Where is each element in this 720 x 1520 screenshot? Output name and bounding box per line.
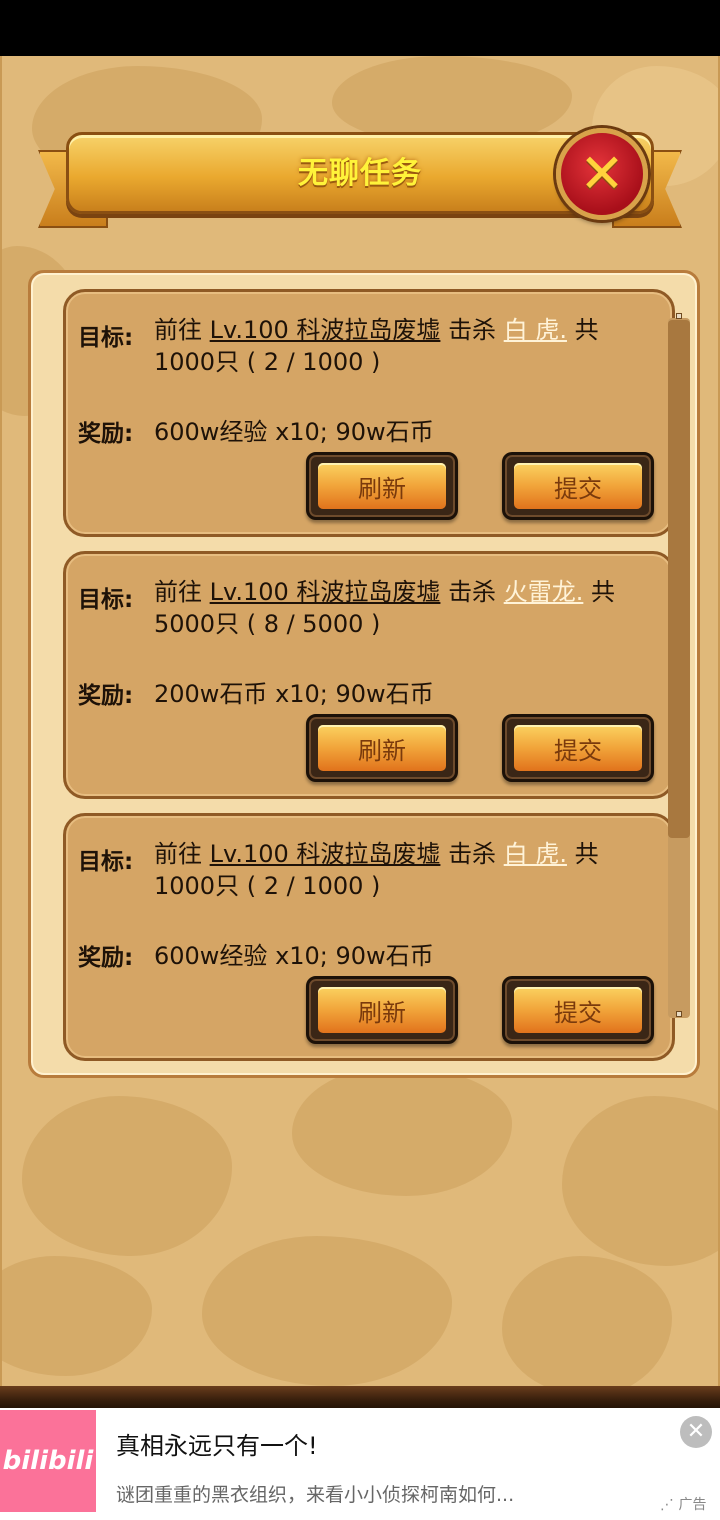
task-goal-text: 前往 Lv.100 科波拉岛废墟 击杀 火雷龙. 共5000只 ( 8 / 50… <box>154 576 658 640</box>
goal-prefix: 前往 <box>154 578 202 606</box>
task-list[interactable]: 目标: 前往 Lv.100 科波拉岛废墟 击杀 白 虎. 共1000只 ( 2 … <box>41 283 689 1063</box>
submit-button[interactable]: 提交 <box>502 714 654 782</box>
task-list-panel: 目标: 前往 Lv.100 科波拉岛废墟 击杀 白 虎. 共1000只 ( 2 … <box>28 270 700 1078</box>
goal-verb: 击杀 <box>448 316 497 344</box>
status-bar <box>0 0 720 56</box>
reward-label: 奖励: <box>78 421 134 447</box>
submit-button-label: 提交 <box>514 987 642 1033</box>
submit-button[interactable]: 提交 <box>502 452 654 520</box>
reward-label: 奖励: <box>78 945 134 971</box>
goal-verb: 击杀 <box>448 840 497 868</box>
ad-title: 真相永远只有一个! <box>116 1432 318 1460</box>
close-icon: ✕ <box>686 1419 706 1444</box>
scroll-down-icon[interactable] <box>676 1011 682 1017</box>
goal-prefix: 前往 <box>154 840 202 868</box>
goal-location-link[interactable]: Lv.100 科波拉岛废墟 <box>210 316 441 344</box>
refresh-button-label: 刷新 <box>318 987 446 1033</box>
scrollbar-thumb[interactable] <box>668 320 690 838</box>
ad-banner[interactable]: bilibili 真相永远只有一个! 谜团重重的黑衣组织，来看小小侦探柯南如何.… <box>0 1408 720 1520</box>
ad-tag: ⋰ 广告 <box>660 1494 706 1514</box>
ad-tag-label: 广告 <box>678 1497 707 1513</box>
goal-location-link[interactable]: Lv.100 科波拉岛废墟 <box>210 578 441 606</box>
ad-close-button[interactable]: ✕ <box>680 1416 712 1448</box>
goal-target-link[interactable]: 火雷龙. <box>504 578 584 606</box>
scroll-up-icon[interactable] <box>676 313 682 319</box>
goal-target-link[interactable]: 白 虎. <box>504 840 567 868</box>
ad-description: 谜团重重的黑衣组织，来看小小侦探柯南如何... <box>116 1484 515 1506</box>
goal-prefix: 前往 <box>154 316 202 344</box>
refresh-button-label: 刷新 <box>318 463 446 509</box>
goal-label: 目标: <box>78 849 134 875</box>
close-x-icon: ✕ <box>579 142 625 205</box>
refresh-button[interactable]: 刷新 <box>306 714 458 782</box>
goal-label: 目标: <box>78 587 134 613</box>
task-card: 目标: 前往 Lv.100 科波拉岛废墟 击杀 白 虎. 共1000只 ( 2 … <box>63 289 675 537</box>
close-button[interactable]: ✕ <box>556 128 648 220</box>
submit-button[interactable]: 提交 <box>502 976 654 1044</box>
task-card: 目标: 前往 Lv.100 科波拉岛废墟 击杀 火雷龙. 共5000只 ( 8 … <box>63 551 675 799</box>
goal-verb: 击杀 <box>448 578 497 606</box>
task-reward: 600w经验 x10; 90w石币 <box>154 942 434 970</box>
refresh-button-label: 刷新 <box>318 725 446 771</box>
task-goal-text: 前往 Lv.100 科波拉岛废墟 击杀 白 虎. 共1000只 ( 2 / 10… <box>154 838 658 902</box>
refresh-button[interactable]: 刷新 <box>306 976 458 1044</box>
submit-button-label: 提交 <box>514 725 642 771</box>
game-bottom-border <box>0 1386 720 1408</box>
task-reward: 600w经验 x10; 90w石币 <box>154 418 434 446</box>
reward-label: 奖励: <box>78 683 134 709</box>
bilibili-logo: bilibili <box>0 1410 96 1512</box>
logo-text: bilibili <box>2 1446 94 1476</box>
ad-mark-icon: ⋰ <box>660 1497 679 1513</box>
goal-location-link[interactable]: Lv.100 科波拉岛废墟 <box>210 840 441 868</box>
task-card: 目标: 前往 Lv.100 科波拉岛废墟 击杀 白 虎. 共1000只 ( 2 … <box>63 813 675 1061</box>
goal-target-link[interactable]: 白 虎. <box>504 316 567 344</box>
submit-button-label: 提交 <box>514 463 642 509</box>
task-goal-text: 前往 Lv.100 科波拉岛废墟 击杀 白 虎. 共1000只 ( 2 / 10… <box>154 314 658 378</box>
task-reward: 200w石币 x10; 90w石币 <box>154 680 434 708</box>
goal-label: 目标: <box>78 325 134 351</box>
refresh-button[interactable]: 刷新 <box>306 452 458 520</box>
